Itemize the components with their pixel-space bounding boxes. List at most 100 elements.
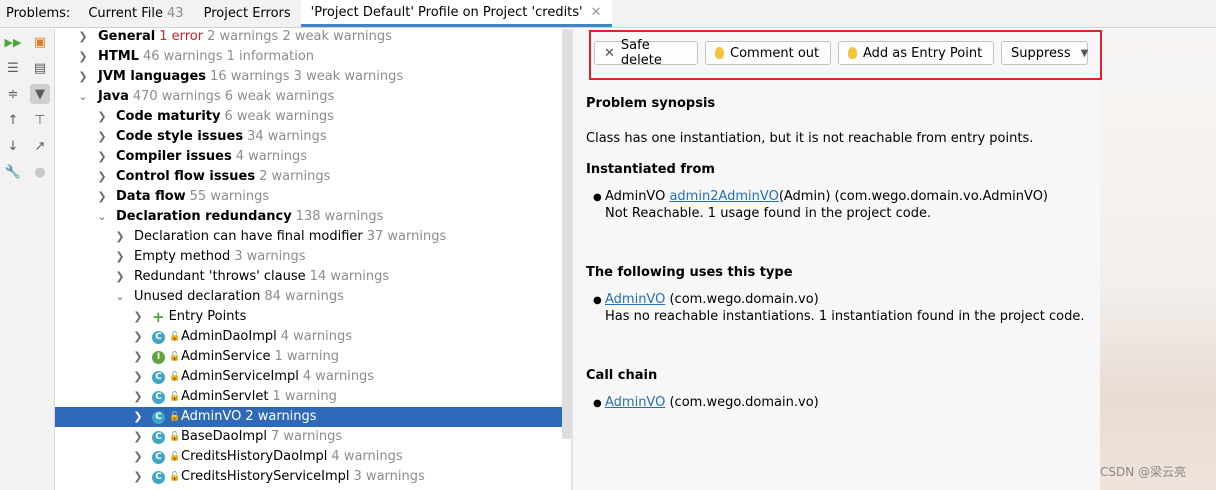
node-count: 4 warnings xyxy=(235,149,307,164)
tree-row-class[interactable]: ❯ I 🔓 AdminService 1 warning xyxy=(55,347,571,367)
tree-row-declaration-redundancy[interactable]: ⌄ Declaration redundancy 138 warnings xyxy=(55,207,571,227)
tree-row-code-style[interactable]: ❯ Code style issues 34 warnings xyxy=(55,127,571,147)
node-label: AdminServiceImpl xyxy=(181,369,299,384)
comment-out-button[interactable]: Comment out xyxy=(705,41,831,65)
tree-row-class[interactable]: ❯ C 🔓 AdminDaoImpl 4 warnings xyxy=(55,327,571,347)
tree-row-control-flow[interactable]: ❯ Control flow issues 2 warnings xyxy=(55,167,571,187)
node-label: General xyxy=(98,29,156,44)
tab-count: 43 xyxy=(167,6,184,21)
method-link[interactable]: admin2AdminVO xyxy=(669,189,778,204)
chevron-right-icon[interactable]: ❯ xyxy=(132,307,144,327)
tree-row-compiler[interactable]: ❯ Compiler issues 4 warnings xyxy=(55,147,571,167)
interface-icon: I xyxy=(152,350,165,364)
tree-row-entry-points[interactable]: ❯ + Entry Points xyxy=(55,307,571,327)
tree-row-java[interactable]: ⌄ Java 470 warnings 6 weak warnings xyxy=(55,87,571,107)
chevron-right-icon[interactable]: ❯ xyxy=(77,67,89,87)
node-count: 16 warnings 3 weak warnings xyxy=(210,69,404,84)
synopsis-text: Class has one instantiation, but it is n… xyxy=(586,131,1034,146)
node-count: 3 warnings xyxy=(234,249,306,264)
instantiated-note: Not Reachable. 1 usage found in the proj… xyxy=(605,206,932,221)
filter-icon[interactable]: ▼ xyxy=(30,84,50,104)
chevron-right-icon[interactable]: ❯ xyxy=(132,387,144,407)
tree-scrollbar[interactable] xyxy=(562,29,571,439)
node-label: CreditsHistoryServiceImpl xyxy=(181,469,350,484)
button-label: Comment out xyxy=(730,45,820,61)
suppress-dropdown[interactable]: Suppress ▼ xyxy=(1001,41,1088,65)
uses-title: The following uses this type xyxy=(586,265,793,280)
tree-row-class[interactable]: ❯ C 🔓 AdminServlet 1 warning xyxy=(55,387,571,407)
lock-icon: 🔓 xyxy=(169,472,181,482)
rerun-icon[interactable]: ▶▶ xyxy=(3,32,23,52)
node-count: 1 warning xyxy=(272,389,337,404)
chevron-right-icon[interactable]: ❯ xyxy=(132,427,144,447)
chevron-down-icon[interactable]: ⌄ xyxy=(77,87,89,107)
chevron-down-icon[interactable]: ⌄ xyxy=(114,287,126,307)
tree-row-general[interactable]: ❯ General 1 error 2 warnings 2 weak warn… xyxy=(55,29,571,47)
chevron-right-icon[interactable]: ❯ xyxy=(96,147,108,167)
node-count: 4 warnings xyxy=(302,369,375,384)
chevron-right-icon[interactable]: ❯ xyxy=(96,187,108,207)
entry-suffix: (com.wego.domain.vo) xyxy=(669,292,819,307)
type-link[interactable]: AdminVO xyxy=(605,395,665,410)
node-count: 2 warnings 2 weak warnings xyxy=(207,29,392,44)
tab-current-file[interactable]: Current File 43 xyxy=(78,0,193,27)
instantiated-title: Instantiated from xyxy=(586,162,715,177)
tree-row-code-maturity[interactable]: ❯ Code maturity 6 weak warnings xyxy=(55,107,571,127)
node-label: Code style issues xyxy=(116,129,244,144)
pin-icon[interactable]: ⊤ xyxy=(30,110,50,130)
inspection-icon[interactable]: ▣ xyxy=(30,32,50,52)
tree-row-redundant-throws[interactable]: ❯ Redundant 'throws' clause 14 warnings xyxy=(55,267,571,287)
lock-icon: 🔓 xyxy=(169,432,181,442)
arrow-down-icon[interactable]: ↓ xyxy=(3,136,23,156)
chevron-down-icon[interactable]: ⌄ xyxy=(96,207,108,227)
chevron-right-icon[interactable]: ❯ xyxy=(114,227,126,247)
tree-row-class[interactable]: ❯ C 🔓 AdminServiceImpl 4 warnings xyxy=(55,367,571,387)
chevron-right-icon[interactable]: ❯ xyxy=(114,247,126,267)
node-label: Compiler issues xyxy=(116,149,232,164)
class-icon: C xyxy=(152,330,165,344)
safe-delete-button[interactable]: ✕ Safe delete xyxy=(594,38,698,68)
chevron-right-icon[interactable]: ❯ xyxy=(132,407,144,427)
tree-row-class-selected[interactable]: ❯ C 🔓 AdminVO 2 warnings xyxy=(55,407,571,427)
export-icon[interactable]: ↗ xyxy=(30,136,50,156)
tree-row-class[interactable]: ❯ C 🔓 CreditsHistoryDaoImpl 4 warnings xyxy=(55,447,571,467)
chevron-right-icon[interactable]: ❯ xyxy=(96,127,108,147)
arrow-up-icon[interactable]: ↑ xyxy=(3,110,23,130)
chevron-right-icon[interactable]: ❯ xyxy=(132,367,144,387)
node-label: Declaration redundancy xyxy=(116,209,292,224)
problems-tree: ❯ General 1 error 2 warnings 2 weak warn… xyxy=(55,29,571,490)
chevron-right-icon[interactable]: ❯ xyxy=(132,327,144,347)
chevron-right-icon[interactable]: ❯ xyxy=(132,447,144,467)
call-chain-title: Call chain xyxy=(586,368,658,383)
tree-row-unused-declaration[interactable]: ⌄ Unused declaration 84 warnings xyxy=(55,287,571,307)
node-label: Entry Points xyxy=(168,309,247,324)
tree-row-class[interactable]: ❯ C 🔓 BaseDaoImpl 7 warnings xyxy=(55,427,571,447)
node-label: Empty method xyxy=(134,249,231,264)
tree-row-data-flow[interactable]: ❯ Data flow 55 warnings xyxy=(55,187,571,207)
tab-label: Project Errors xyxy=(203,6,291,21)
preview-icon[interactable]: ▤ xyxy=(30,58,50,78)
close-icon[interactable]: ✕ xyxy=(591,0,602,26)
tree-row-class[interactable]: ❯ C 🔓 CreditsHistoryServiceImpl 3 warnin… xyxy=(55,467,571,487)
chevron-right-icon[interactable]: ❯ xyxy=(132,467,144,487)
expand-all-icon[interactable]: ☰ xyxy=(3,58,23,78)
add-entry-point-button[interactable]: Add as Entry Point xyxy=(838,41,994,65)
type-link[interactable]: AdminVO xyxy=(605,292,665,307)
chevron-right-icon[interactable]: ❯ xyxy=(96,107,108,127)
chevron-right-icon[interactable]: ❯ xyxy=(77,29,89,47)
tree-row-empty-method[interactable]: ❯ Empty method 3 warnings xyxy=(55,247,571,267)
tree-row-final-modifier[interactable]: ❯ Declaration can have final modifier 37… xyxy=(55,227,571,247)
collapse-all-icon[interactable]: ≑ xyxy=(3,84,23,104)
chevron-right-icon[interactable]: ❯ xyxy=(77,47,89,67)
chevron-right-icon[interactable]: ❯ xyxy=(132,347,144,367)
tree-row-jvm[interactable]: ❯ JVM languages 16 warnings 3 weak warni… xyxy=(55,67,571,87)
close-icon: ✕ xyxy=(604,45,615,61)
chevron-right-icon[interactable]: ❯ xyxy=(114,267,126,287)
tree-row-html[interactable]: ❯ HTML 46 warnings 1 information xyxy=(55,47,571,67)
tab-profile[interactable]: 'Project Default' Profile on Project 'cr… xyxy=(300,0,612,27)
tab-project-errors[interactable]: Project Errors xyxy=(194,0,301,27)
problems-tabbar: Problems: Current File 43 Project Errors… xyxy=(0,0,1216,28)
wrench-icon[interactable]: 🔧 xyxy=(3,162,23,182)
node-label: BaseDaoImpl xyxy=(181,429,267,444)
chevron-right-icon[interactable]: ❯ xyxy=(96,167,108,187)
